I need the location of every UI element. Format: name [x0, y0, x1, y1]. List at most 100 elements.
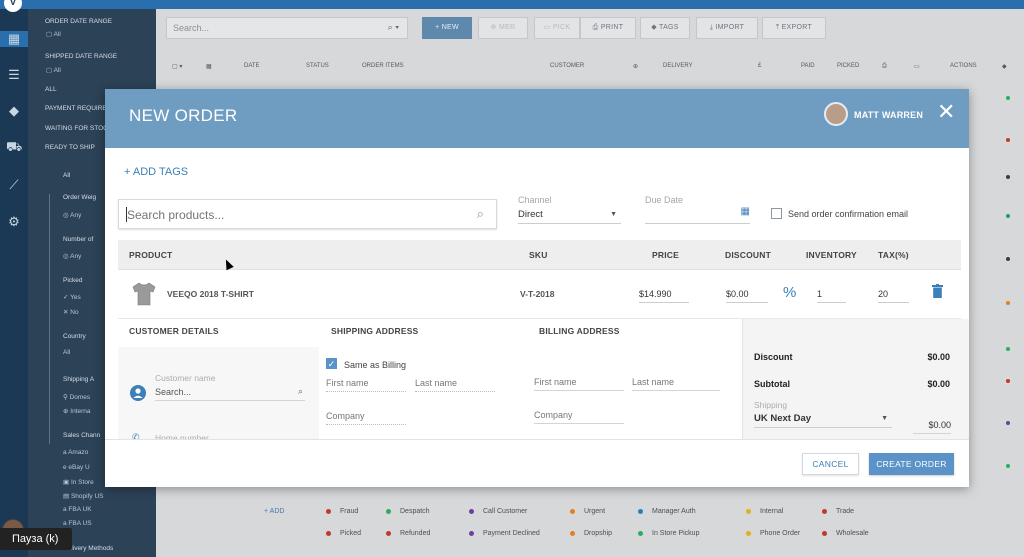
order-date-range-value[interactable]: ▢ All [46, 30, 61, 38]
pick-button[interactable]: ▭ PICK [534, 17, 580, 39]
globe-icon: ⊕ [633, 64, 639, 70]
same-as-billing-checkbox[interactable]: ✓ [326, 358, 337, 369]
status-item-all[interactable]: ALL [45, 86, 57, 93]
picked-yes[interactable]: ✓ Yes [63, 293, 81, 301]
status-item-waiting-for-stock[interactable]: WAITING FOR STOCK [45, 125, 112, 132]
dashboard-icon[interactable]: ▦ [0, 31, 28, 47]
shipping-international[interactable]: ⊕ Interna [63, 407, 91, 415]
create-order-button[interactable]: CREATE ORDER [869, 453, 954, 475]
add-tags-link[interactable]: + ADD TAGS [124, 166, 188, 178]
legend-trade[interactable]: Trade [822, 508, 854, 515]
shipping-domestic[interactable]: ⚲ Domes [63, 393, 90, 401]
legend-internal[interactable]: Internal [746, 508, 783, 515]
col-discount: DISCOUNT [725, 250, 771, 260]
legend-label: Wholesale [836, 530, 869, 537]
col-customer[interactable]: CUSTOMER [550, 63, 584, 69]
inventory-input[interactable]: 1 [817, 289, 846, 303]
legend-manager-auth[interactable]: Manager Auth [638, 508, 696, 515]
filter-all[interactable]: All [63, 172, 70, 179]
col-paid[interactable]: PAID [801, 63, 815, 69]
sales-channel-fba-uk[interactable]: a FBA UK [63, 506, 92, 513]
analytics-icon[interactable]: ⟋ [6, 177, 22, 193]
import-button[interactable]: ⤓ IMPORT [696, 17, 758, 39]
legend-wholesale[interactable]: Wholesale [822, 530, 869, 537]
same-as-billing-label: Same as Billing [344, 360, 407, 370]
pause-overlay[interactable]: Пауза (k) [0, 528, 72, 550]
sales-channel-fba-us-text: FBA US [68, 520, 92, 527]
tax-input[interactable]: 20 [878, 289, 909, 303]
col-order-items[interactable]: ORDER ITEMS [362, 63, 404, 69]
status-item-ready-to-ship[interactable]: READY TO SHIP [45, 144, 95, 151]
merge-button[interactable]: ⊕ MER [478, 17, 528, 39]
cart-icon[interactable]: ⛟ [6, 139, 22, 155]
price-input[interactable]: $14.990 [639, 289, 689, 303]
send-confirmation-checkbox[interactable] [771, 208, 782, 219]
legend-fraud[interactable]: Fraud [326, 508, 358, 515]
sales-channel-instore[interactable]: ▣ In Store [63, 478, 94, 486]
legend-label: Manager Auth [652, 508, 696, 515]
col-status[interactable]: STATUS [306, 63, 329, 69]
discount-input[interactable]: $0.00 [726, 289, 768, 303]
legend-despatch[interactable]: Despatch [386, 508, 430, 515]
legend-label: Picked [340, 530, 362, 537]
legend-call-customer[interactable]: Call Customer [469, 508, 527, 515]
settings-gear-icon[interactable]: ⚙ [6, 214, 22, 230]
shipping-first-name-input[interactable]: First name [326, 378, 406, 392]
status-item-payment-required[interactable]: PAYMENT REQUIRED [45, 105, 111, 112]
product-search-field[interactable]: ⌕ [118, 199, 497, 229]
country-value[interactable]: All [63, 349, 70, 356]
product-name[interactable]: VEEQO 2018 T-SHIRT [167, 289, 254, 299]
legend-urgent[interactable]: Urgent [570, 508, 605, 515]
orders-search-input[interactable]: Search... ⌕ ▾ [166, 17, 408, 39]
tag-icon[interactable]: ◆ [6, 103, 22, 119]
shipping-last-name-input[interactable]: Last name [415, 378, 495, 392]
customer-search-input[interactable]: Search... ⌕ [155, 386, 305, 401]
legend-picked[interactable]: Picked [326, 530, 361, 537]
billing-company-input[interactable]: Company [534, 410, 624, 424]
chevron-down-icon: ▼ [881, 415, 888, 422]
close-icon[interactable]: ✕ [937, 101, 955, 123]
billing-last-name-input[interactable]: Last name [632, 377, 720, 391]
discount-value: $0.00 [927, 352, 950, 362]
print-button[interactable]: ⎙ PRINT [580, 17, 636, 39]
billing-first-name-input[interactable]: First name [534, 377, 624, 391]
orders-list-icon[interactable]: ☰ [6, 67, 22, 83]
sales-channel-fba-us[interactable]: a FBA US [63, 520, 92, 527]
select-all-checkbox[interactable]: ▢ ▾ [172, 63, 182, 70]
calendar-icon[interactable]: ▦ [741, 206, 750, 217]
col-picked[interactable]: PICKED [837, 63, 859, 69]
col-currency[interactable]: £ [758, 63, 761, 69]
new-order-button[interactable]: + NEW [422, 17, 472, 39]
col-date[interactable]: DATE [244, 63, 260, 69]
shipping-company-input[interactable]: Company [326, 411, 406, 425]
trash-icon[interactable] [932, 284, 943, 298]
shipped-date-range-value[interactable]: ▢ All [46, 66, 61, 74]
add-tag-link[interactable]: + ADD [264, 508, 284, 515]
shipping-method-value: UK Next Day [754, 413, 812, 424]
export-button[interactable]: ⤒ EXPORT [762, 17, 826, 39]
sales-channel-shopify[interactable]: ▤ Shopify US [63, 492, 103, 500]
status-dot [1006, 464, 1010, 468]
legend-refunded[interactable]: Refunded [386, 530, 430, 537]
sales-channel-ebay[interactable]: e eBay U [63, 464, 90, 471]
legend-payment-declined[interactable]: Payment Declined [469, 530, 540, 537]
legend-dropship[interactable]: Dropship [570, 530, 612, 537]
due-date-label: Due Date [645, 195, 684, 205]
order-weight-value[interactable]: ◎ Any [63, 211, 81, 219]
channel-select[interactable]: Direct ▼ [518, 209, 621, 224]
number-of-value[interactable]: ◎ Any [63, 252, 81, 260]
legend-phone-order[interactable]: Phone Order [746, 530, 800, 537]
shipping-method-select[interactable]: UK Next Day ▼ [754, 413, 892, 428]
picked-no[interactable]: ✕ No [63, 308, 79, 316]
due-date-input[interactable]: ▦ [645, 206, 750, 224]
legend-in-store-pickup[interactable]: In Store Pickup [638, 530, 699, 537]
col-actions[interactable]: ACTIONS [950, 63, 977, 69]
percent-toggle-icon[interactable]: % [783, 284, 796, 301]
col-delivery[interactable]: DELIVERY [663, 63, 693, 69]
sales-channel-amazon[interactable]: a Amazo [63, 449, 88, 456]
cancel-button[interactable]: CANCEL [802, 453, 859, 475]
tags-button[interactable]: ◆ TAGS [640, 17, 690, 39]
shipping-cost-input[interactable]: $0.00 [913, 420, 951, 434]
product-search-input[interactable] [127, 205, 457, 225]
modal-title: NEW ORDER [129, 106, 238, 125]
